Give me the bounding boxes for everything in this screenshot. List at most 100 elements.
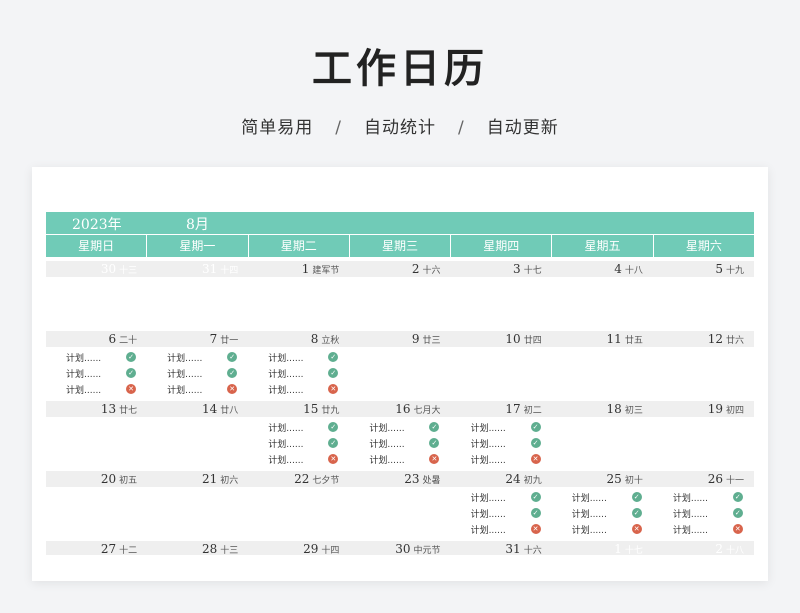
task-item[interactable]: 计划...... ✓ [349, 419, 450, 435]
day-cell[interactable]: 13 廿七 [46, 401, 147, 417]
day-cell[interactable]: 9 廿三 [349, 331, 450, 347]
check-icon[interactable]: ✓ [328, 368, 339, 378]
day-cell[interactable]: 20 初五 [46, 471, 147, 487]
day-cell[interactable]: 7 廿一 [147, 331, 248, 347]
task-item[interactable]: 计划...... ✓ [552, 489, 653, 505]
check-icon[interactable]: ✓ [227, 368, 238, 378]
task-label: 计划...... [470, 509, 506, 520]
check-icon[interactable]: ✓ [429, 438, 440, 448]
task-item[interactable]: 计划...... ✕ [451, 451, 552, 467]
task-item[interactable]: 计划...... ✕ [451, 521, 552, 537]
day-cell[interactable]: 30 中元节 [349, 541, 450, 555]
task-item[interactable]: 计划...... ✕ [552, 521, 653, 537]
day-cell[interactable]: 14 廿八 [147, 401, 248, 417]
check-icon[interactable]: ✓ [530, 438, 541, 448]
calendar-header: 2023年 8月 [46, 212, 754, 234]
task-item[interactable]: 计划...... ✓ [46, 365, 147, 381]
check-icon[interactable]: ✓ [227, 352, 238, 362]
task-item[interactable]: 计划...... ✕ [147, 381, 248, 397]
day-cell[interactable]: 16 七月大 [349, 401, 450, 417]
day-cell[interactable]: 5 十九 [653, 261, 754, 277]
task-item[interactable]: 计划...... ✕ [46, 381, 147, 397]
day-cell[interactable]: 28 十三 [147, 541, 248, 555]
day-cell[interactable]: 4 十八 [552, 261, 653, 277]
check-icon[interactable]: ✓ [631, 492, 642, 502]
day-cell[interactable]: 21 初六 [147, 471, 248, 487]
day-cell[interactable]: 3 十七 [451, 261, 552, 277]
day-cell[interactable]: 18 初三 [552, 401, 653, 417]
task-item[interactable]: 计划...... ✓ [349, 435, 450, 451]
day-cell[interactable]: 1 建军节 [248, 261, 349, 277]
task-item[interactable]: 计划...... ✓ [147, 349, 248, 365]
day-cell[interactable]: 8 立秋 [248, 331, 349, 347]
lunar-date: 初五 [119, 476, 138, 486]
day-cell[interactable]: 29 十四 [248, 541, 349, 555]
task-item[interactable]: 计划...... ✓ [46, 349, 147, 365]
task-item[interactable]: 计划...... ✓ [653, 489, 754, 505]
cross-icon[interactable]: ✕ [631, 524, 642, 534]
task-item[interactable]: 计划...... ✓ [248, 435, 349, 451]
task-item[interactable]: 计划...... ✓ [248, 349, 349, 365]
task-item[interactable]: 计划...... ✕ [653, 521, 754, 537]
cross-icon[interactable]: ✕ [429, 454, 440, 464]
day-number: 18 [606, 402, 622, 416]
cross-icon[interactable]: ✕ [227, 384, 238, 394]
day-cell[interactable]: 15 廿九 [248, 401, 349, 417]
task-item[interactable]: 计划...... ✓ [653, 505, 754, 521]
day-cell[interactable]: 17 初二 [451, 401, 552, 417]
day-cell[interactable]: 2 十八 [653, 541, 754, 555]
day-cell[interactable]: 1 十七 [552, 541, 653, 555]
task-item[interactable]: 计划...... ✕ [248, 451, 349, 467]
day-number: 31 [201, 262, 218, 276]
cross-icon[interactable]: ✕ [328, 384, 339, 394]
check-icon[interactable]: ✓ [328, 422, 339, 432]
cross-icon[interactable]: ✕ [530, 454, 541, 464]
task-label: 计划...... [268, 439, 304, 450]
cross-icon[interactable]: ✕ [328, 454, 339, 464]
check-icon[interactable]: ✓ [328, 352, 339, 362]
cross-icon[interactable]: ✕ [530, 524, 541, 534]
cross-icon[interactable]: ✕ [126, 384, 136, 394]
day-cell[interactable]: 27 十二 [46, 541, 147, 555]
check-icon[interactable]: ✓ [631, 508, 642, 518]
day-cell[interactable]: 11 廿五 [552, 331, 653, 347]
day-cell[interactable]: 31 十四 [147, 261, 248, 277]
lunar-date: 七月大 [413, 406, 441, 416]
day-cell[interactable]: 2 十六 [349, 261, 450, 277]
day-cell[interactable]: 19 初四 [653, 401, 754, 417]
cross-icon[interactable]: ✕ [732, 524, 743, 534]
task-item[interactable]: 计划...... ✓ [451, 435, 552, 451]
check-icon[interactable]: ✓ [530, 492, 541, 502]
lunar-date: 十四 [321, 546, 340, 555]
check-icon[interactable]: ✓ [530, 508, 541, 518]
task-item[interactable]: 计划...... ✓ [451, 505, 552, 521]
day-cell[interactable]: 6 二十 [46, 331, 147, 347]
day-cell[interactable]: 26 十一 [653, 471, 754, 487]
check-icon[interactable]: ✓ [126, 352, 136, 362]
task-item[interactable]: 计划...... ✓ [248, 419, 349, 435]
day-cell[interactable]: 25 初十 [552, 471, 653, 487]
check-icon[interactable]: ✓ [429, 422, 440, 432]
check-icon[interactable]: ✓ [732, 492, 743, 502]
day-cell[interactable]: 23 处暑 [349, 471, 450, 487]
day-cell[interactable]: 24 初九 [451, 471, 552, 487]
day-tasks: 计划...... ✓ 计划...... ✓ 计划...... ✕ [248, 417, 349, 467]
day-cell[interactable]: 30 十三 [46, 261, 147, 277]
day-cell[interactable]: 12 廿六 [653, 331, 754, 347]
check-icon[interactable]: ✓ [126, 368, 136, 378]
task-item[interactable]: 计划...... ✓ [451, 489, 552, 505]
day-tasks: 计划...... ✓ 计划...... ✓ 计划...... ✕ [349, 417, 450, 467]
task-item[interactable]: 计划...... ✓ [147, 365, 248, 381]
day-cell[interactable]: 10 廿四 [451, 331, 552, 347]
task-item[interactable]: 计划...... ✕ [248, 381, 349, 397]
day-cell[interactable]: 31 十六 [451, 541, 552, 555]
task-item[interactable]: 计划...... ✓ [552, 505, 653, 521]
check-icon[interactable]: ✓ [530, 422, 541, 432]
task-item[interactable]: 计划...... ✓ [451, 419, 552, 435]
lunar-date: 廿八 [220, 406, 239, 416]
check-icon[interactable]: ✓ [328, 438, 339, 448]
task-item[interactable]: 计划...... ✕ [349, 451, 450, 467]
day-cell[interactable]: 22 七夕节 [248, 471, 349, 487]
check-icon[interactable]: ✓ [732, 508, 743, 518]
task-item[interactable]: 计划...... ✓ [248, 365, 349, 381]
